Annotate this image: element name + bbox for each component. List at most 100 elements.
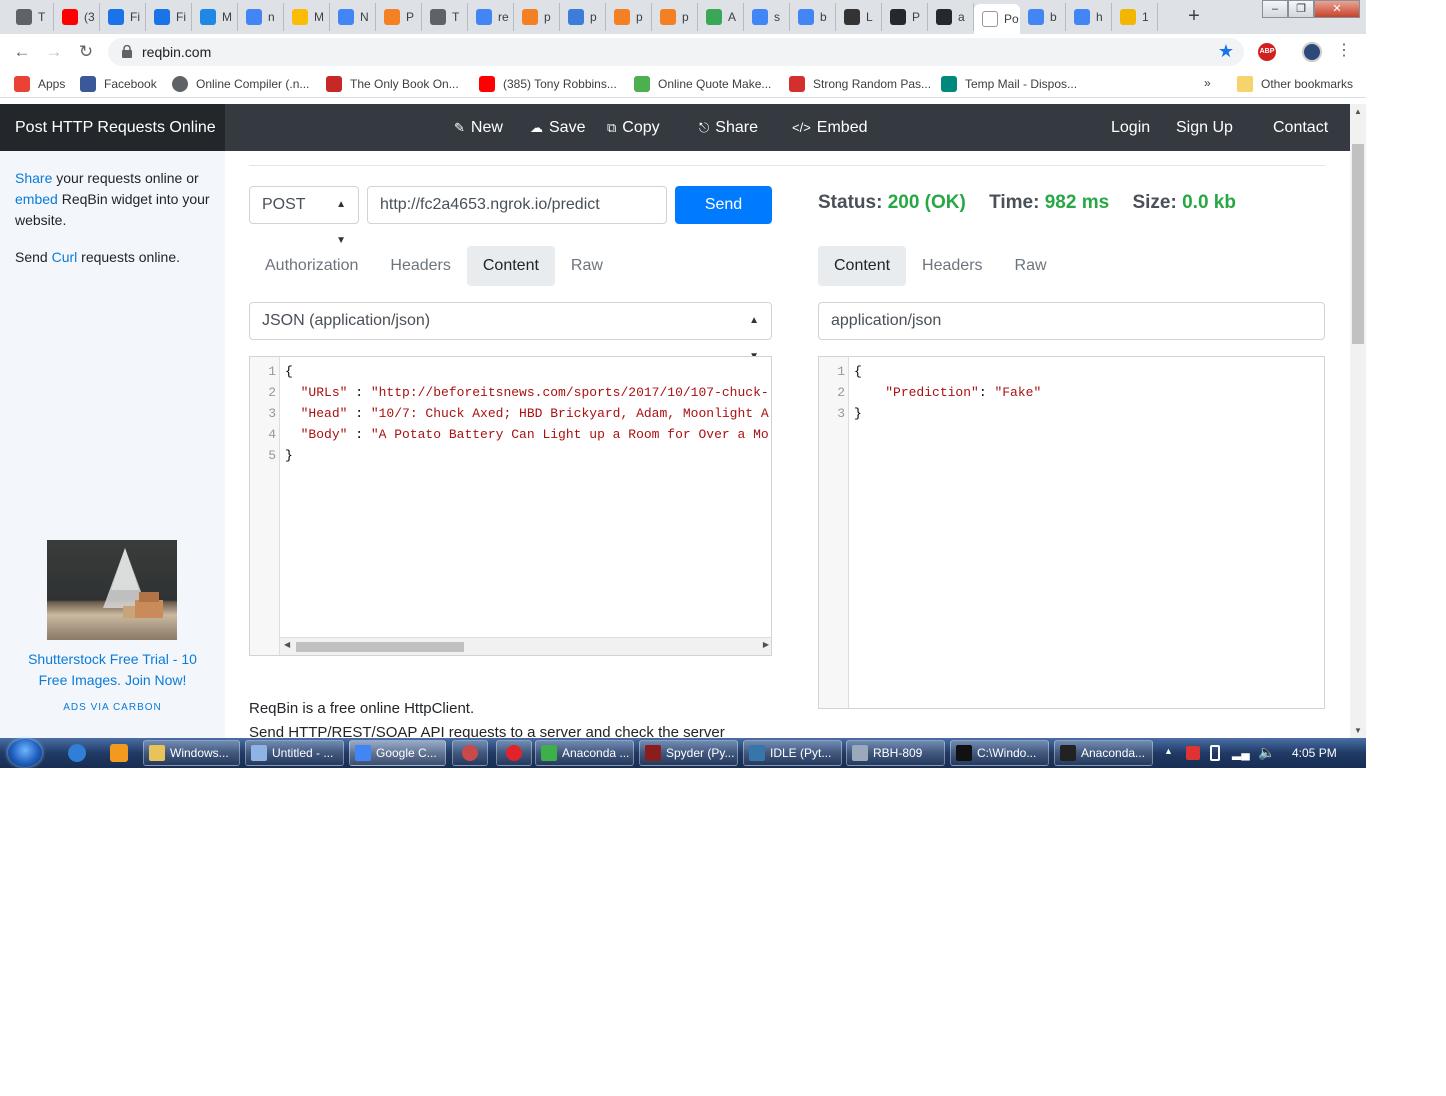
new-tab-button[interactable]: + bbox=[1180, 5, 1208, 29]
taskbar-button[interactable]: C:\Windo... bbox=[950, 740, 1049, 766]
response-tab-content[interactable]: Content bbox=[818, 246, 907, 286]
volume-icon[interactable]: 🔈 bbox=[1258, 744, 1275, 761]
browser-tab[interactable]: 1 bbox=[1112, 3, 1158, 31]
bookmark-item[interactable]: Strong Random Pas... bbox=[789, 76, 931, 92]
browser-tab[interactable]: b bbox=[790, 3, 836, 31]
taskbar-button[interactable]: Google C... bbox=[349, 740, 446, 766]
minimize-button[interactable]: ‒ bbox=[1262, 0, 1288, 18]
browser-tab[interactable]: p bbox=[514, 3, 560, 31]
network-signal-icon[interactable]: ▂▄ bbox=[1232, 746, 1250, 760]
bookmark-item[interactable]: Apps bbox=[14, 76, 65, 92]
send-button[interactable]: Send bbox=[675, 186, 772, 224]
browser-tab[interactable]: (3 bbox=[54, 3, 100, 31]
show-hidden-icons-icon[interactable]: ▲ bbox=[1164, 746, 1173, 756]
taskbar-button[interactable]: Anaconda ... bbox=[535, 740, 634, 766]
browser-tab[interactable]: P bbox=[376, 3, 422, 31]
scroll-left-icon[interactable]: ◀ bbox=[284, 640, 290, 649]
page-vertical-scrollbar[interactable]: ▲ ▼ bbox=[1350, 104, 1366, 738]
taskbar-button[interactable] bbox=[452, 740, 488, 766]
browser-tab[interactable]: M bbox=[284, 3, 330, 31]
nav-new[interactable]: ✎ New bbox=[454, 104, 503, 151]
browser-tab[interactable]: re bbox=[468, 3, 514, 31]
reload-button[interactable]: ↻ bbox=[74, 41, 98, 63]
browser-tab[interactable]: T bbox=[8, 3, 54, 31]
taskbar-button[interactable]: Windows... bbox=[143, 740, 240, 766]
scrollbar-thumb[interactable] bbox=[296, 642, 464, 652]
site-brand[interactable]: Post HTTP Requests Online bbox=[0, 104, 225, 151]
bookmark-item[interactable]: Online Quote Make... bbox=[634, 76, 771, 92]
browser-tab[interactable]: a bbox=[928, 3, 974, 31]
tab-content[interactable]: Content bbox=[466, 246, 555, 286]
other-bookmarks-folder[interactable]: Other bookmarks bbox=[1237, 76, 1353, 92]
tab-headers[interactable]: Headers bbox=[374, 246, 466, 286]
browser-tab[interactable]: p bbox=[606, 3, 652, 31]
chrome-menu-icon[interactable]: ⋮ bbox=[1336, 40, 1352, 60]
bookmark-item[interactable]: (385) Tony Robbins... bbox=[479, 76, 617, 92]
embed-link[interactable]: embed bbox=[15, 191, 58, 207]
request-url-input[interactable]: http://fc2a4653.ngrok.io/predict bbox=[367, 186, 667, 224]
taskbar-button[interactable]: Anaconda... bbox=[1054, 740, 1153, 766]
nav-save[interactable]: ☁ Save bbox=[530, 104, 585, 151]
forward-button[interactable]: → bbox=[42, 41, 66, 63]
browser-tab[interactable]: p bbox=[560, 3, 606, 31]
browser-tab[interactable]: b bbox=[1020, 3, 1066, 31]
battery-icon[interactable] bbox=[1210, 745, 1220, 761]
browser-tab[interactable]: Fi bbox=[146, 3, 192, 31]
scroll-up-icon[interactable]: ▲ bbox=[1350, 107, 1366, 116]
browser-tab[interactable]: T bbox=[422, 3, 468, 31]
start-button[interactable] bbox=[8, 739, 42, 767]
ads-via-carbon-link[interactable]: ADS VIA CARBON bbox=[15, 697, 210, 718]
back-button[interactable]: ← bbox=[10, 41, 34, 63]
media-player-icon[interactable] bbox=[110, 744, 128, 762]
nav-copy[interactable]: ⧉ Copy bbox=[607, 104, 660, 151]
tab-raw[interactable]: Raw bbox=[555, 246, 619, 286]
ad-image[interactable] bbox=[47, 540, 177, 640]
scroll-down-icon[interactable]: ▼ bbox=[1350, 726, 1366, 735]
action-center-flag-icon[interactable] bbox=[1186, 746, 1200, 760]
browser-tab[interactable]: p bbox=[652, 3, 698, 31]
internet-explorer-icon[interactable] bbox=[68, 744, 86, 762]
bookmark-star-icon[interactable]: ★ bbox=[1218, 41, 1234, 62]
signup-link[interactable]: Sign Up bbox=[1176, 104, 1233, 151]
browser-tab[interactable]: h bbox=[1066, 3, 1112, 31]
browser-tab[interactable]: M bbox=[192, 3, 238, 31]
system-clock[interactable]: 4:05 PM bbox=[1292, 738, 1337, 768]
browser-tab[interactable]: n bbox=[238, 3, 284, 31]
browser-tab[interactable]: s bbox=[744, 3, 790, 31]
taskbar-button[interactable] bbox=[496, 740, 532, 766]
ad-text-link[interactable]: Shutterstock Free Trial - 10 Free Images… bbox=[15, 649, 210, 691]
bookmark-item[interactable]: The Only Book On... bbox=[326, 76, 459, 92]
bookmark-item[interactable]: Facebook bbox=[80, 76, 157, 92]
browser-tab[interactable]: L bbox=[836, 3, 882, 31]
close-window-button[interactable]: ✕ bbox=[1314, 0, 1360, 18]
taskbar-button[interactable]: IDLE (Pyt... bbox=[743, 740, 842, 766]
browser-tab[interactable]: A bbox=[698, 3, 744, 31]
content-type-select[interactable]: JSON (application/json) ▲▼ bbox=[249, 302, 772, 362]
browser-tab[interactable]: Fi bbox=[100, 3, 146, 31]
maximize-button[interactable]: ❐ bbox=[1288, 0, 1314, 18]
horizontal-scrollbar[interactable]: ◀ ▶ bbox=[280, 637, 771, 655]
method-select[interactable]: POST ▲ ▼ bbox=[249, 186, 359, 246]
browser-tab[interactable]: P bbox=[882, 3, 928, 31]
request-body-editor[interactable]: 1{2 "URLs" : "http://beforeitsnews.com/s… bbox=[249, 356, 772, 656]
taskbar-button[interactable]: Spyder (Py... bbox=[639, 740, 738, 766]
adblock-icon[interactable]: ABP bbox=[1258, 43, 1276, 61]
response-tab-headers[interactable]: Headers bbox=[906, 246, 998, 286]
scroll-right-icon[interactable]: ▶ bbox=[763, 640, 769, 649]
tab-authorization[interactable]: Authorization bbox=[249, 246, 374, 286]
scrollbar-thumb[interactable] bbox=[1352, 144, 1364, 344]
curl-link[interactable]: Curl bbox=[52, 249, 78, 265]
browser-tab[interactable]: Po✕ bbox=[974, 4, 1020, 34]
response-body-viewer[interactable]: 1{2 "Prediction": "Fake" 3} bbox=[818, 356, 1325, 709]
share-link[interactable]: Share bbox=[15, 170, 52, 186]
contact-link[interactable]: Contact bbox=[1273, 104, 1328, 151]
taskbar-button[interactable]: RBH-809 bbox=[846, 740, 945, 766]
login-link[interactable]: Login bbox=[1111, 104, 1150, 151]
response-tab-raw[interactable]: Raw bbox=[999, 246, 1063, 286]
nav-share[interactable]: ⎋ Share bbox=[699, 104, 758, 151]
address-bar[interactable]: reqbin.com ★ bbox=[108, 38, 1244, 66]
taskbar-button[interactable]: Untitled - ... bbox=[245, 740, 344, 766]
browser-tab[interactable]: N bbox=[330, 3, 376, 31]
nav-embed[interactable]: </> Embed bbox=[792, 104, 868, 151]
bookmark-item[interactable]: Temp Mail - Dispos... bbox=[941, 76, 1077, 92]
